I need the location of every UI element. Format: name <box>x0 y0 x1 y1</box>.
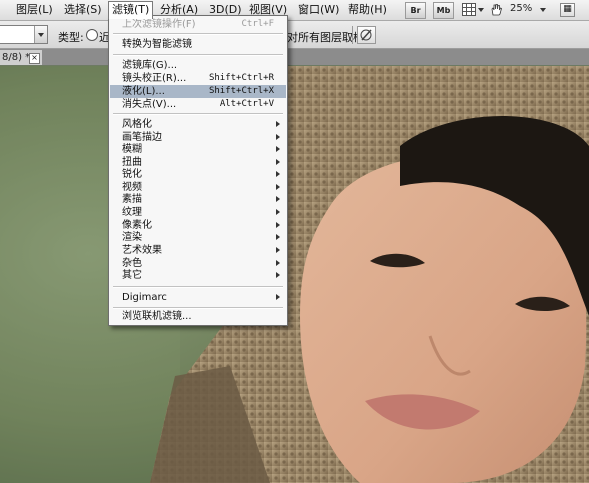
arrange-documents-icon[interactable]: ▦ <box>560 3 575 17</box>
submenu-sketch[interactable]: 素描 <box>110 193 286 206</box>
menu-item-shortcut: Shift+Ctrl+R <box>208 73 274 83</box>
menu-item-label: 消失点(V)... <box>122 99 177 110</box>
submenu-arrow-icon <box>276 159 280 165</box>
menu-item-label: 锐化 <box>122 169 142 180</box>
menu-item-shortcut: Shift+Ctrl+X <box>208 86 274 96</box>
menu-item-label: 模糊 <box>122 144 142 155</box>
proximity-match-radio[interactable] <box>86 29 98 41</box>
submenu-arrow-icon <box>276 184 280 190</box>
submenu-stylize[interactable]: 风格化 <box>110 118 286 131</box>
menu-window[interactable]: 窗口(W) <box>295 3 342 17</box>
submenu-arrow-icon <box>276 134 280 140</box>
type-label: 类型: <box>58 31 84 44</box>
portrait-photo <box>0 66 589 483</box>
submenu-arrow-icon <box>276 222 280 228</box>
menu-bar: 图层(L) 选择(S) 滤镜(T) 分析(A) 3D(D) 视图(V) 窗口(W… <box>0 0 589 21</box>
submenu-arrow-icon <box>276 294 280 300</box>
submenu-arrow-icon <box>276 209 280 215</box>
menu-select[interactable]: 选择(S) <box>61 3 105 17</box>
submenu-render[interactable]: 渲染 <box>110 231 286 244</box>
hand-tool-icon[interactable] <box>489 3 503 16</box>
submenu-arrow-icon <box>276 234 280 240</box>
menu-item-label: 镜头校正(R)... <box>122 73 187 84</box>
toolbar-divider <box>352 26 353 44</box>
menu-item-convert-smart-filter[interactable]: 转换为智能滤镜 <box>110 38 286 51</box>
menu-item-label: 渲染 <box>122 232 142 243</box>
submenu-arrow-icon <box>276 260 280 266</box>
brush-preset-picker[interactable] <box>0 25 48 44</box>
close-icon[interactable]: × <box>29 53 40 64</box>
menu-help[interactable]: 帮助(H) <box>345 3 390 17</box>
submenu-arrow-icon <box>276 196 280 202</box>
menu-item-label: 转换为智能滤镜 <box>122 39 192 50</box>
menu-item-label: 素描 <box>122 194 142 205</box>
menu-separator <box>113 113 283 115</box>
submenu-arrow-icon <box>276 146 280 152</box>
menu-item-vanishing-point[interactable]: 消失点(V)... Alt+Ctrl+V <box>110 98 286 111</box>
menu-item-label: 滤镜库(G)... <box>122 60 178 71</box>
submenu-arrow-icon <box>276 272 280 278</box>
menu-filter[interactable]: 滤镜(T) <box>108 1 154 19</box>
document-tab-title: 8/8) * <box>2 52 31 63</box>
menu-item-filter-gallery[interactable]: 滤镜库(G)... <box>110 59 286 72</box>
menu-item-lens-correction[interactable]: 镜头校正(R)... Shift+Ctrl+R <box>110 72 286 85</box>
bridge-button[interactable]: Br <box>405 2 426 19</box>
zoom-dropdown-icon[interactable] <box>540 8 546 12</box>
menu-separator <box>113 286 283 288</box>
submenu-other[interactable]: 其它 <box>110 269 286 282</box>
menu-item-label: 浏览联机滤镜... <box>122 311 192 322</box>
pen-pressure-icon <box>360 29 372 41</box>
document-tab[interactable]: 8/8) * × <box>0 50 42 65</box>
document-canvas[interactable] <box>0 66 589 483</box>
zoom-level[interactable]: 25% <box>510 3 532 14</box>
filter-menu: 上次滤镜操作(F) Ctrl+F 转换为智能滤镜 滤镜库(G)... 镜头校正(… <box>108 15 288 326</box>
menu-item-shortcut: Alt+Ctrl+V <box>219 99 274 109</box>
menu-item-label: 液化(L)... <box>122 86 165 97</box>
menu-item-label: 艺术效果 <box>122 245 162 256</box>
submenu-artistic[interactable]: 艺术效果 <box>110 244 286 257</box>
menu-item-label: 其它 <box>122 270 142 281</box>
menu-item-label: 纹理 <box>122 207 142 218</box>
menu-layer[interactable]: 图层(L) <box>13 3 56 17</box>
document-tab-bar: 8/8) * × <box>0 49 589 65</box>
submenu-sharpen[interactable]: 锐化 <box>110 168 286 181</box>
submenu-arrow-icon <box>276 121 280 127</box>
menu-separator <box>113 33 283 35</box>
menu-item-label: 风格化 <box>122 119 152 130</box>
submenu-digimarc[interactable]: Digimarc <box>110 291 286 304</box>
menu-item-label: 上次滤镜操作(F) <box>122 19 196 30</box>
view-extras-icon[interactable] <box>462 3 476 16</box>
menu-separator <box>113 307 283 309</box>
submenu-blur[interactable]: 模糊 <box>110 143 286 156</box>
mini-bridge-button[interactable]: Mb <box>433 2 454 19</box>
submenu-arrow-icon <box>276 247 280 253</box>
chevron-down-icon[interactable] <box>34 26 47 43</box>
menu-separator <box>113 54 283 56</box>
menu-item-shortcut: Ctrl+F <box>241 19 274 29</box>
submenu-arrow-icon <box>276 171 280 177</box>
menu-item-browse-filters-online[interactable]: 浏览联机滤镜... <box>110 310 286 323</box>
menu-item-liquify[interactable]: 液化(L)... Shift+Ctrl+X <box>110 85 286 98</box>
menu-item-last-filter: 上次滤镜操作(F) Ctrl+F <box>110 18 286 31</box>
view-extras-dropdown-icon[interactable] <box>478 8 484 12</box>
options-bar: 类型: 近 对所有图层取样 <box>0 21 589 49</box>
pressure-size-button[interactable] <box>357 26 376 44</box>
menu-item-label: Digimarc <box>122 292 167 303</box>
submenu-texture[interactable]: 纹理 <box>110 206 286 219</box>
